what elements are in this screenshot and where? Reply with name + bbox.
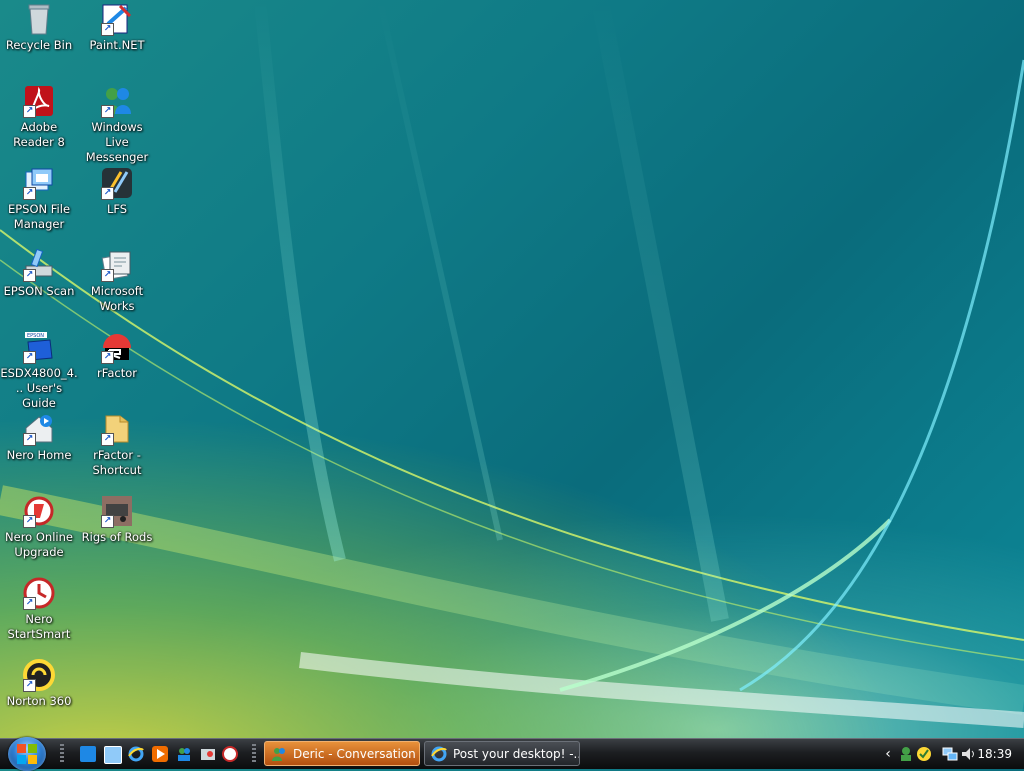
icon-label: ESDX4800_4... User's Guide <box>0 366 78 410</box>
messenger-icon <box>271 746 287 762</box>
taskbar: Deric - Conversation Post your desktop! … <box>0 737 1024 771</box>
quicklaunch-grip[interactable] <box>60 744 64 764</box>
internet-explorer-icon[interactable] <box>128 746 144 762</box>
shortcut-arrow-icon: ↗ <box>101 351 114 364</box>
task-button-conversation[interactable]: Deric - Conversation <box>264 741 420 766</box>
desktop-icon-norton-360[interactable]: ↗ Norton 360 <box>0 658 78 709</box>
windows-logo-icon <box>17 744 37 764</box>
volume-icon[interactable] <box>960 746 976 762</box>
internet-explorer-icon <box>431 746 447 762</box>
messenger-icon[interactable] <box>176 746 192 762</box>
icon-label: Rigs of Rods <box>81 530 153 544</box>
rigs-of-rods-icon: ↗ <box>100 494 134 528</box>
paint-net-icon: ↗ <box>100 2 134 36</box>
desktop-icon-nero-upgrade[interactable]: ↗ Nero Online Upgrade <box>0 494 78 560</box>
icon-label: Nero Home <box>6 448 72 462</box>
shortcut-arrow-icon: ↗ <box>23 433 36 446</box>
desktop-icon-epson-guide[interactable]: EPSON ↗ ESDX4800_4... User's Guide <box>0 330 78 411</box>
windows-media-player-icon[interactable] <box>152 746 168 762</box>
start-button[interactable] <box>8 737 46 771</box>
desktop-icon-epson-file-manager[interactable]: ↗ EPSON File Manager <box>0 166 78 232</box>
shortcut-arrow-icon: ↗ <box>23 187 36 200</box>
desktop-icon-recycle-bin[interactable]: Recycle Bin <box>0 2 78 53</box>
desktop-icon-windows-live-messenger[interactable]: ↗ Windows Live Messenger <box>78 84 156 165</box>
shortcut-arrow-icon: ↗ <box>23 105 36 118</box>
shortcut-arrow-icon: ↗ <box>101 515 114 528</box>
icon-label: rFactor <box>97 366 137 380</box>
shortcut-arrow-icon: ↗ <box>101 187 114 200</box>
rfactor-icon: ↗ <box>100 330 134 364</box>
switch-windows-icon[interactable] <box>104 746 122 764</box>
network-icon[interactable] <box>942 746 958 762</box>
lfs-icon: ↗ <box>100 166 134 200</box>
program-icon[interactable] <box>200 746 216 762</box>
shortcut-arrow-icon: ↗ <box>23 597 36 610</box>
icon-label: rFactor - Shortcut <box>92 448 142 477</box>
desktop-icon-rfactor-shortcut[interactable]: ↗ rFactor - Shortcut <box>78 412 156 478</box>
nero-startsmart-icon: ↗ <box>22 576 56 610</box>
desktop-icon-nero-home[interactable]: ↗ Nero Home <box>0 412 78 463</box>
shortcut-arrow-icon: ↗ <box>101 23 114 36</box>
icon-label: EPSON File Manager <box>7 202 71 231</box>
nero-home-icon: ↗ <box>22 412 56 446</box>
shortcut-arrow-icon: ↗ <box>23 679 36 692</box>
svg-text:EPSON: EPSON <box>27 333 44 339</box>
task-label: Deric - Conversation <box>293 747 416 761</box>
desktop-icon-paint-net[interactable]: ↗ Paint.NET <box>78 2 156 53</box>
desktop-icon-rigs-of-rods[interactable]: ↗ Rigs of Rods <box>78 494 156 545</box>
epson-file-manager-icon: ↗ <box>22 166 56 200</box>
icon-label: Windows Live Messenger <box>85 120 149 164</box>
shortcut-arrow-icon: ↗ <box>101 433 114 446</box>
shortcut-arrow-icon: ↗ <box>101 105 114 118</box>
nero-upgrade-icon: ↗ <box>22 494 56 528</box>
desktop-icon-adobe-reader[interactable]: ↗ Adobe Reader 8 <box>0 84 78 150</box>
icon-label: EPSON Scan <box>3 284 75 298</box>
desktop-icon-rfactor[interactable]: ↗ rFactor <box>78 330 156 381</box>
shortcut-arrow-icon: ↗ <box>23 515 36 528</box>
epson-guide-icon: EPSON ↗ <box>22 330 56 364</box>
icon-label: LFS <box>106 202 128 216</box>
shortcut-arrow-icon: ↗ <box>23 351 36 364</box>
icon-label: Nero Online Upgrade <box>5 530 73 559</box>
icon-label: Microsoft Works <box>90 284 144 313</box>
show-desktop-icon[interactable] <box>80 746 96 762</box>
norton-icon: ↗ <box>22 658 56 692</box>
shortcut-arrow-icon: ↗ <box>101 269 114 282</box>
icon-label: Adobe Reader 8 <box>13 120 65 149</box>
folder-icon: ↗ <box>100 412 134 446</box>
task-button-browser[interactable]: Post your desktop! -... <box>424 741 580 766</box>
desktop: Recycle Bin ↗ Adobe Reader 8 ↗ EPSON Fil… <box>0 0 1024 738</box>
taskbar-grip[interactable] <box>252 744 256 764</box>
desktop-icon-microsoft-works[interactable]: ↗ Microsoft Works <box>78 248 156 314</box>
epson-scan-icon: ↗ <box>22 248 56 282</box>
task-label: Post your desktop! -... <box>453 747 580 761</box>
desktop-icon-lfs[interactable]: ↗ LFS <box>78 166 156 217</box>
desktop-icon-nero-startsmart[interactable]: ↗ Nero StartSmart <box>0 576 78 642</box>
microsoft-works-icon: ↗ <box>100 248 134 282</box>
icon-label: Paint.NET <box>89 38 145 52</box>
nero-icon[interactable] <box>222 746 238 762</box>
shortcut-arrow-icon: ↗ <box>23 269 36 282</box>
icon-label: Recycle Bin <box>5 38 73 52</box>
icon-label: Norton 360 <box>6 694 72 708</box>
desktop-icon-epson-scan[interactable]: ↗ EPSON Scan <box>0 248 78 299</box>
clock[interactable]: 18:39 <box>977 739 1012 769</box>
icon-label: Nero StartSmart <box>7 612 71 641</box>
norton-tray-icon[interactable] <box>916 746 932 762</box>
show-hidden-icons-chevron-icon[interactable]: ‹ <box>880 746 896 762</box>
recycle-bin-icon <box>22 2 56 36</box>
messenger-status-icon[interactable] <box>898 746 914 762</box>
messenger-icon: ↗ <box>100 84 134 118</box>
adobe-reader-icon: ↗ <box>22 84 56 118</box>
